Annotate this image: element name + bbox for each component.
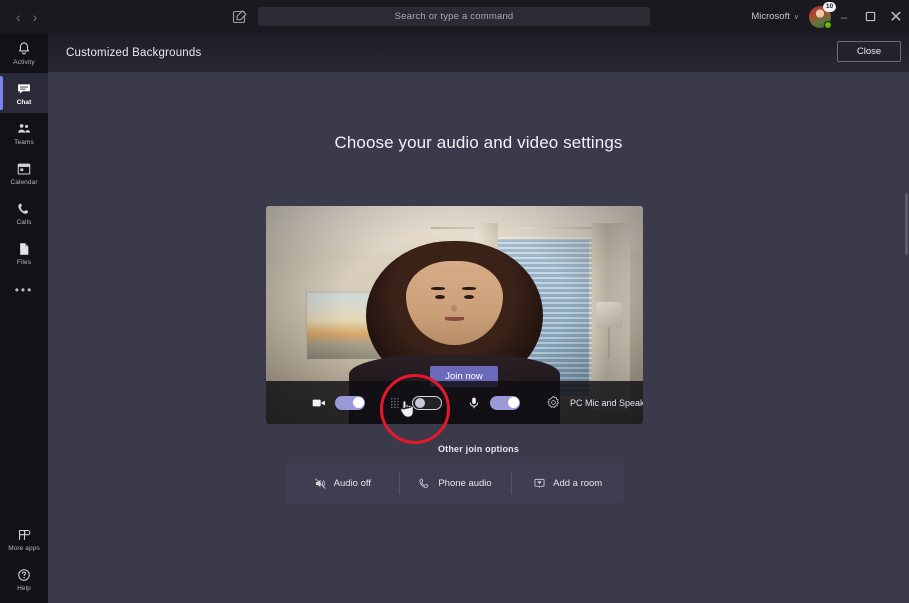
prejoin-screen: Choose your audio and video settings Joi… <box>48 72 909 603</box>
background-blur-toggle-knob <box>414 397 425 409</box>
search-placeholder: Search or type a command <box>394 11 514 22</box>
sidebar-item-label: Files <box>16 258 32 266</box>
microphone-toggle-knob <box>507 397 519 408</box>
other-join-options-title: Other join options <box>437 444 520 454</box>
sidebar-item-label: Calls <box>16 218 32 226</box>
help-icon <box>18 568 30 581</box>
prejoin-control-bar: PC Mic and Speakers <box>266 381 643 424</box>
prejoin-heading: Choose your audio and video settings <box>334 133 623 152</box>
phone-icon <box>419 478 429 488</box>
join-option-add-a-room[interactable]: Add a room <box>511 463 624 503</box>
gear-icon[interactable] <box>546 395 561 410</box>
page-subheader: Customized Backgrounds Close <box>48 33 909 72</box>
nav-arrows: ‹ › <box>16 10 76 24</box>
bell-icon <box>18 41 30 54</box>
teams-icon <box>18 123 30 133</box>
files-icon <box>20 242 29 255</box>
sidebar-item-calls[interactable]: Calls <box>0 193 48 233</box>
speaker-muted-icon <box>314 477 326 489</box>
chevron-down-icon: ∨ <box>793 13 799 21</box>
camera-icon[interactable] <box>312 396 326 410</box>
more-apps-icon <box>19 529 31 540</box>
sidebar-item-label: Help <box>17 584 31 592</box>
calendar-icon <box>17 163 31 174</box>
sidebar-item-label: Calendar <box>10 178 38 186</box>
microphone-toggle[interactable] <box>490 395 520 410</box>
title-bar: ‹ › Search or type a command Microsoft ∨… <box>0 0 909 33</box>
forward-icon[interactable]: › <box>33 10 38 24</box>
camera-toggle-knob <box>352 397 364 408</box>
back-icon[interactable]: ‹ <box>16 10 21 24</box>
join-option-label: Audio off <box>333 477 371 489</box>
sidebar-item-calendar[interactable]: Calendar <box>0 153 48 193</box>
background-blur-toggle[interactable] <box>412 395 442 410</box>
titlebar-right-group: Microsoft ∨ 10 – ✕ <box>751 0 909 33</box>
sidebar-more-button[interactable]: ••• <box>0 273 48 307</box>
microphone-icon[interactable] <box>467 396 481 410</box>
org-name-label: Microsoft <box>751 11 790 22</box>
sidebar-item-more-apps[interactable]: More apps <box>0 519 48 559</box>
left-rail: Activity Chat Teams Calendar Calls Files… <box>0 33 48 603</box>
avatar[interactable]: 10 <box>809 1 836 29</box>
sidebar-item-activity[interactable]: Activity <box>0 33 48 73</box>
rail-bottom-group: More apps Help <box>0 519 48 599</box>
join-option-label: Add a room <box>553 477 603 489</box>
sidebar-item-label: Chat <box>16 98 32 106</box>
room-icon <box>534 478 545 488</box>
audio-device-label: PC Mic and Speakers <box>570 397 643 408</box>
teams-window: ‹ › Search or type a command Microsoft ∨… <box>0 0 909 603</box>
content-area: Customized Backgrounds Close Choose your… <box>48 33 909 603</box>
sidebar-item-chat[interactable]: Chat <box>0 73 48 113</box>
sidebar-item-files[interactable]: Files <box>0 233 48 273</box>
join-option-audio-off[interactable]: Audio off <box>286 463 399 503</box>
compose-icon[interactable] <box>232 9 248 25</box>
phone-icon <box>18 203 29 214</box>
search-input[interactable]: Search or type a command <box>258 7 650 26</box>
page-title: Customized Backgrounds <box>66 46 202 59</box>
sidebar-item-label: Teams <box>14 138 34 146</box>
presence-available-icon <box>824 20 832 29</box>
sidebar-item-help[interactable]: Help <box>0 559 48 599</box>
scrollbar-thumb[interactable] <box>905 193 908 255</box>
chat-icon <box>18 83 30 94</box>
camera-toggle[interactable] <box>335 395 365 410</box>
other-join-options-panel: Audio off Phone audio Add a room <box>286 463 624 503</box>
join-option-phone-audio[interactable]: Phone audio <box>398 463 512 503</box>
video-preview[interactable]: Join now PC Mic and Speak <box>266 206 643 424</box>
sidebar-item-label: More apps <box>8 544 40 552</box>
vertical-scrollbar[interactable] <box>902 33 909 603</box>
window-close-button[interactable]: ✕ <box>883 0 909 33</box>
maximize-restore-button[interactable] <box>857 0 883 33</box>
notification-badge: 10 <box>823 1 836 12</box>
sidebar-item-teams[interactable]: Teams <box>0 113 48 153</box>
restore-icon <box>865 11 875 22</box>
background-blur-icon[interactable] <box>389 396 403 410</box>
sidebar-item-label: Activity <box>13 58 35 66</box>
org-switcher[interactable]: Microsoft ∨ <box>751 11 799 22</box>
join-option-label: Phone audio <box>438 477 492 489</box>
close-button[interactable]: Close <box>837 41 901 62</box>
